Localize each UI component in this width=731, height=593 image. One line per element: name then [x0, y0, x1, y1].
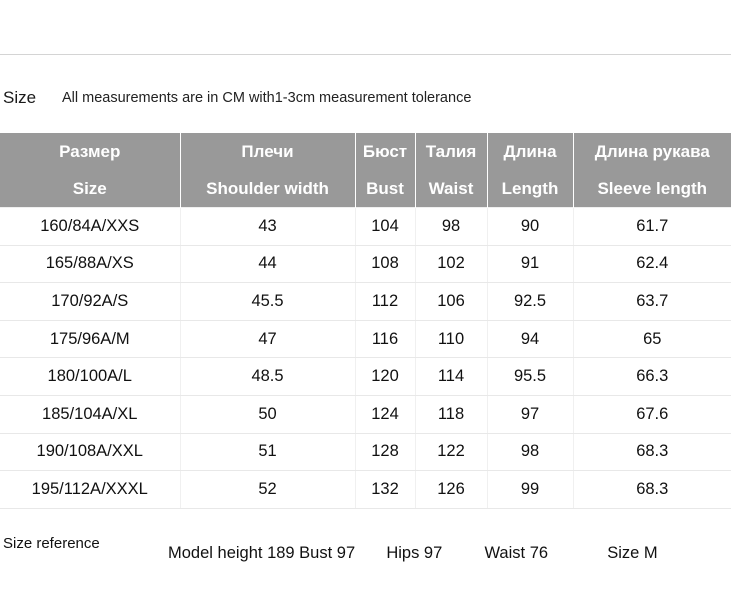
cell-length: 97: [487, 395, 574, 434]
cell-shoulder-width: 44: [180, 245, 356, 284]
size-caption: Size All measurements are in CM with1-3c…: [0, 84, 731, 112]
cell-size: 170/92A/S: [0, 282, 181, 321]
cell-shoulder-width: 48.5: [180, 357, 356, 396]
table-body: 160/84A/XXS 43 104 98 90 61.7 165/88A/XS…: [0, 207, 731, 509]
header-en-size: Size: [0, 170, 181, 208]
header-row-english: Size Shoulder width Bust Waist Length Sl…: [0, 170, 731, 208]
cell-waist: 106: [415, 282, 488, 321]
cell-waist: 118: [415, 395, 488, 434]
cell-sleeve-length: 61.7: [573, 207, 731, 246]
cell-bust: 116: [355, 320, 416, 359]
cell-waist: 98: [415, 207, 488, 246]
cell-length: 94: [487, 320, 574, 359]
cell-length: 91: [487, 245, 574, 284]
size-reference-values: Model height 189 Bust 97 Hips 97 Waist 7…: [168, 544, 731, 570]
cell-length: 95.5: [487, 357, 574, 396]
cell-length: 98: [487, 433, 574, 472]
header-ru-bust: Бюст: [355, 133, 416, 170]
cell-sleeve-length: 68.3: [573, 470, 731, 509]
header-en-waist: Waist: [415, 170, 488, 208]
cell-size: 195/112A/XXXL: [0, 470, 181, 509]
cell-length: 99: [487, 470, 574, 509]
model-height-value: Model height 189 Bust 97: [168, 544, 356, 562]
size-reference-label: Size reference: [3, 535, 100, 552]
header-ru-length: Длина: [487, 133, 574, 170]
header-en-sleeve-length: Sleeve length: [573, 170, 731, 208]
cell-waist: 114: [415, 357, 488, 396]
header-ru-shoulder-width: Плечи: [180, 133, 356, 170]
cell-length: 90: [487, 207, 574, 246]
cell-bust: 124: [355, 395, 416, 434]
recommended-size-value: Size M: [607, 544, 658, 562]
table-row: 175/96A/M 47 116 110 94 65: [0, 320, 731, 359]
header-ru-sleeve-length: Длина рукава: [573, 133, 731, 170]
table-row: 160/84A/XXS 43 104 98 90 61.7: [0, 207, 731, 246]
cell-sleeve-length: 67.6: [573, 395, 731, 434]
measurement-tolerance-note: All measurements are in CM with1-3cm mea…: [62, 90, 472, 106]
cell-shoulder-width: 43: [180, 207, 356, 246]
table-row: 195/112A/XXXL 52 132 126 99 68.3: [0, 470, 731, 509]
cell-bust: 108: [355, 245, 416, 284]
cell-bust: 128: [355, 433, 416, 472]
cell-size: 190/108A/XXL: [0, 433, 181, 472]
table-row: 180/100A/L 48.5 120 114 95.5 66.3: [0, 357, 731, 396]
cell-length: 92.5: [487, 282, 574, 321]
header-en-bust: Bust: [355, 170, 416, 208]
table-row: 185/104A/XL 50 124 118 97 67.6: [0, 395, 731, 434]
cell-bust: 120: [355, 357, 416, 396]
table-header: Размер Плечи Бюст Талия Длина Длина рука…: [0, 133, 731, 208]
cell-size: 175/96A/M: [0, 320, 181, 359]
header-en-shoulder-width: Shoulder width: [180, 170, 356, 208]
cell-bust: 132: [355, 470, 416, 509]
cell-bust: 104: [355, 207, 416, 246]
header-ru-size: Размер: [0, 133, 181, 170]
cell-waist: 102: [415, 245, 488, 284]
cell-size: 160/84A/XXS: [0, 207, 181, 246]
table-row: 190/108A/XXL 51 128 122 98 68.3: [0, 433, 731, 472]
hips-value: Hips 97: [386, 544, 443, 562]
table-row: 165/88A/XS 44 108 102 91 62.4: [0, 245, 731, 284]
cell-waist: 126: [415, 470, 488, 509]
cell-size: 165/88A/XS: [0, 245, 181, 284]
cell-shoulder-width: 52: [180, 470, 356, 509]
header-row-russian: Размер Плечи Бюст Талия Длина Длина рука…: [0, 133, 731, 170]
header-en-length: Length: [487, 170, 574, 208]
size-reference-section: Size reference Model height 189 Bust 97 …: [0, 533, 731, 593]
cell-sleeve-length: 66.3: [573, 357, 731, 396]
cell-waist: 122: [415, 433, 488, 472]
cell-sleeve-length: 63.7: [573, 282, 731, 321]
cell-bust: 112: [355, 282, 416, 321]
size-chart-table: Размер Плечи Бюст Талия Длина Длина рука…: [0, 133, 731, 509]
cell-waist: 110: [415, 320, 488, 359]
table-row: 170/92A/S 45.5 112 106 92.5 63.7: [0, 282, 731, 321]
cell-sleeve-length: 65: [573, 320, 731, 359]
header-ru-waist: Талия: [415, 133, 488, 170]
cell-sleeve-length: 62.4: [573, 245, 731, 284]
cell-shoulder-width: 47: [180, 320, 356, 359]
top-divider: [0, 54, 731, 55]
size-caption-label: Size: [3, 88, 37, 107]
cell-sleeve-length: 68.3: [573, 433, 731, 472]
cell-size: 180/100A/L: [0, 357, 181, 396]
waist-value: Waist 76: [484, 544, 549, 562]
cell-size: 185/104A/XL: [0, 395, 181, 434]
cell-shoulder-width: 51: [180, 433, 356, 472]
cell-shoulder-width: 50: [180, 395, 356, 434]
cell-shoulder-width: 45.5: [180, 282, 356, 321]
